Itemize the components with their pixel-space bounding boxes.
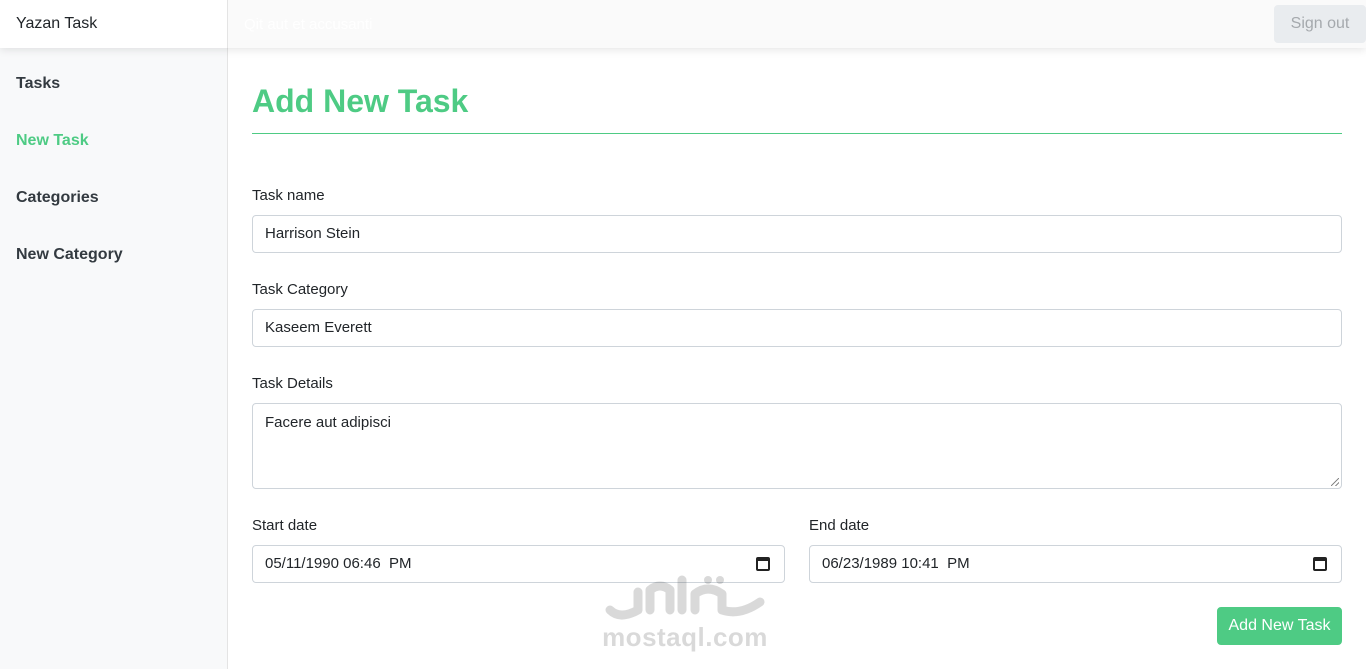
end-date-input[interactable]: 06/23/1989 10:41 PM <box>809 545 1342 583</box>
sidebar-item-new-category[interactable]: New Category <box>16 246 123 264</box>
start-date-label: Start date <box>252 517 318 534</box>
resize-handle-icon[interactable] <box>1331 478 1339 486</box>
task-name-value: Harrison Stein <box>265 225 361 242</box>
task-category-label: Task Category <box>252 281 348 298</box>
title-divider <box>252 133 1342 134</box>
start-date-value: 05/11/1990 06:46 PM <box>265 555 412 572</box>
main-content: Add New Task Task name Harrison Stein Ta… <box>228 48 1366 669</box>
calendar-icon[interactable] <box>1313 557 1327 571</box>
top-navbar: Yazan Task Sign out <box>0 0 1366 48</box>
end-date-value: 06/23/1989 10:41 PM <box>822 555 970 572</box>
sidebar-item-tasks[interactable]: Tasks <box>16 75 60 93</box>
sign-out-button[interactable]: Sign out <box>1274 5 1366 43</box>
task-name-label: Task name <box>252 187 325 204</box>
brand-name[interactable]: Yazan Task <box>0 0 228 48</box>
page-title: Add New Task <box>252 83 469 119</box>
sidebar-item-categories[interactable]: Categories <box>16 189 99 207</box>
sidebar: Tasks New Task Categories New Category <box>0 48 228 669</box>
task-category-input[interactable]: Kaseem Everett <box>252 309 1342 347</box>
task-category-value: Kaseem Everett <box>265 319 372 336</box>
task-name-input[interactable]: Harrison Stein <box>252 215 1342 253</box>
add-new-task-button[interactable]: Add New Task <box>1217 607 1342 645</box>
search-input[interactable] <box>244 12 844 36</box>
sidebar-item-new-task[interactable]: New Task <box>16 132 89 150</box>
task-details-textarea[interactable]: Facere aut adipisci <box>252 403 1342 489</box>
calendar-icon[interactable] <box>756 557 770 571</box>
task-details-value: Facere aut adipisci <box>265 414 391 431</box>
task-details-label: Task Details <box>252 375 333 392</box>
start-date-input[interactable]: 05/11/1990 06:46 PM <box>252 545 785 583</box>
end-date-label: End date <box>809 517 870 534</box>
